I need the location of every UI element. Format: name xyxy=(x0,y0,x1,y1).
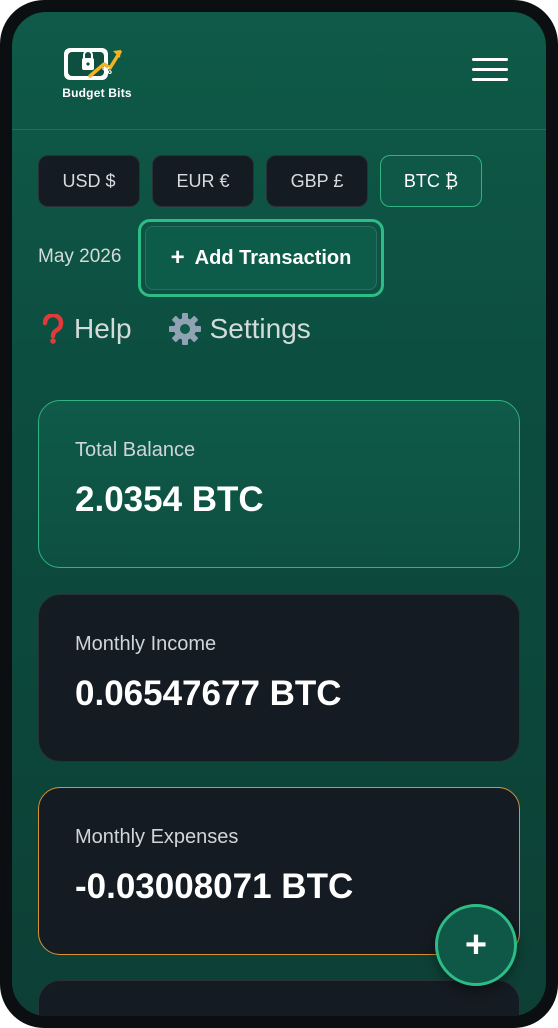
total-balance-card[interactable]: Total Balance 2.0354 BTC xyxy=(38,400,520,568)
currency-selector: USD $ EUR € GBP £ BTC ₿ xyxy=(38,155,482,207)
currency-eur-button[interactable]: EUR € xyxy=(152,155,254,207)
total-balance-label: Total Balance xyxy=(75,439,196,461)
svg-text:%: % xyxy=(102,66,112,77)
add-transaction-label: Add Transaction xyxy=(194,246,352,269)
monthly-expenses-value: -0.03008071 BTC xyxy=(75,867,354,906)
settings-link[interactable]: Settings xyxy=(168,312,311,346)
question-mark-icon xyxy=(40,314,66,344)
wallet-logo-icon: % xyxy=(64,48,122,80)
device-frame: % Budget Bits USD $ EUR € GBP £ BTC ₿ Ma… xyxy=(0,0,558,1028)
app-name: Budget Bits xyxy=(62,86,132,100)
add-transaction-button[interactable]: + Add Transaction xyxy=(138,219,384,297)
currency-btc-button[interactable]: BTC ₿ xyxy=(380,155,482,207)
next-card-partial[interactable] xyxy=(38,980,520,1016)
settings-label: Settings xyxy=(209,313,311,344)
total-balance-value: 2.0354 BTC xyxy=(75,480,264,519)
floating-add-button[interactable]: + xyxy=(435,904,517,986)
currency-usd-button[interactable]: USD $ xyxy=(38,155,140,207)
app-screen: % Budget Bits USD $ EUR € GBP £ BTC ₿ Ma… xyxy=(12,12,546,1016)
app-header: % Budget Bits xyxy=(12,12,546,130)
currency-gbp-button[interactable]: GBP £ xyxy=(266,155,368,207)
app-logo[interactable]: % Budget Bits xyxy=(52,40,142,112)
plus-icon: + xyxy=(170,244,185,271)
fab-plus-icon: + xyxy=(464,924,488,966)
monthly-income-label: Monthly Income xyxy=(75,633,217,655)
current-month: May 2026 xyxy=(38,246,122,267)
gear-icon xyxy=(168,312,202,346)
monthly-income-card[interactable]: Monthly Income 0.06547677 BTC xyxy=(38,594,520,762)
utility-links: Help Settings xyxy=(40,312,311,346)
help-label: Help xyxy=(74,313,132,344)
monthly-expenses-label: Monthly Expenses xyxy=(75,826,239,848)
monthly-income-value: 0.06547677 BTC xyxy=(75,674,342,713)
add-transaction-inner: + Add Transaction xyxy=(145,226,377,290)
hamburger-menu-icon[interactable] xyxy=(472,56,510,86)
help-link[interactable]: Help xyxy=(40,312,132,346)
